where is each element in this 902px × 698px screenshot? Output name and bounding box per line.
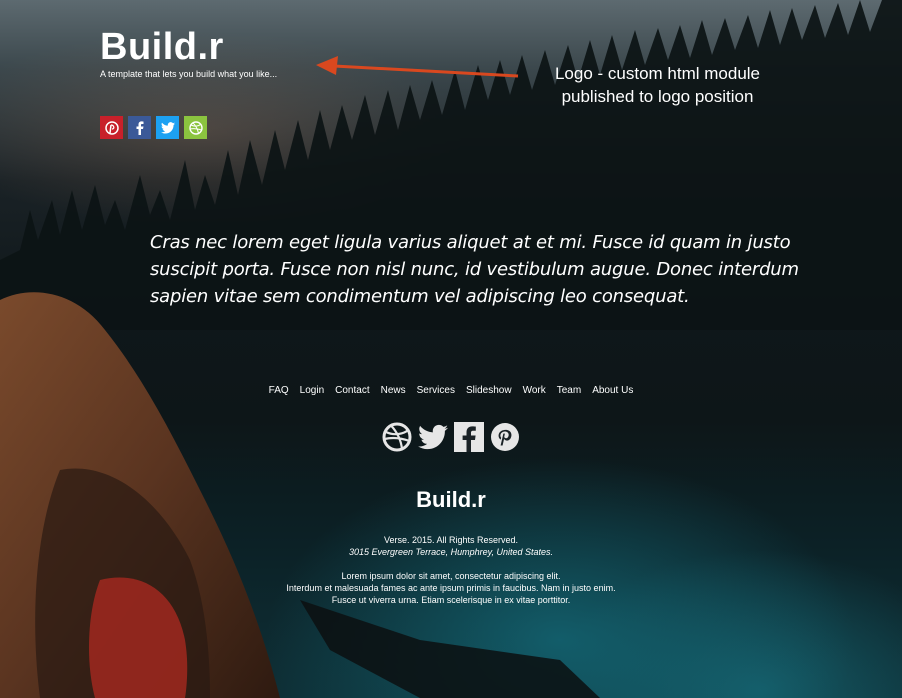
hero-quote: Cras nec lorem eget ligula varius alique…	[150, 232, 799, 307]
annotation-line-1: Logo - custom html module	[554, 64, 761, 83]
annotation-arrow	[316, 56, 519, 78]
footer-nav-services[interactable]: Services	[417, 385, 455, 396]
logo-tagline: A template that lets you build what you …	[100, 69, 278, 79]
footer-nav-about-us[interactable]: About Us	[592, 385, 633, 396]
dribbble-icon[interactable]	[184, 116, 207, 139]
address-text: 3015 Evergreen Terrace, Humphrey, United…	[348, 547, 554, 557]
dribbble-icon[interactable]	[382, 422, 412, 452]
footer-nav-faq[interactable]: FAQ	[269, 385, 289, 396]
facebook-icon[interactable]	[128, 116, 151, 139]
annotation-line-2: published to logo position	[561, 87, 754, 106]
footer-nav-news[interactable]: News	[381, 385, 406, 396]
footer-lorem-line: Fusce ut viverra urna. Etiam scelerisque…	[331, 595, 571, 605]
footer-lorem: Lorem ipsum dolor sit amet, consectetur …	[0, 570, 902, 606]
footer-nav-slideshow[interactable]: Slideshow	[466, 385, 512, 396]
footer-lorem-line: Interdum et malesuada fames ac ante ipsu…	[286, 583, 616, 593]
twitter-icon[interactable]	[156, 116, 179, 139]
footer-title: Build.r	[416, 487, 486, 512]
footer-nav: FAQ Login Contact News Services Slidesho…	[0, 385, 902, 396]
footer-nav-contact[interactable]: Contact	[335, 385, 369, 396]
footer-nav-team[interactable]: Team	[557, 385, 581, 396]
pinterest-icon[interactable]	[490, 422, 520, 452]
logo-module: Build.r A template that lets you build w…	[100, 26, 277, 79]
copyright-text: Verse. 2015. All Rights Reserved.	[383, 535, 519, 545]
footer-nav-work[interactable]: Work	[523, 385, 546, 396]
logo-title[interactable]: Build.r	[100, 26, 277, 68]
social-icons-top	[100, 116, 207, 139]
facebook-icon[interactable]	[454, 422, 484, 452]
footer-copyright: Verse. 2015. All Rights Reserved. 3015 E…	[0, 534, 902, 558]
pinterest-icon[interactable]	[100, 116, 123, 139]
annotation-text: Logo - custom html module published to l…	[520, 62, 795, 108]
footer-social-icons	[0, 422, 902, 452]
footer-lorem-line: Lorem ipsum dolor sit amet, consectetur …	[341, 571, 561, 581]
twitter-icon[interactable]	[418, 422, 448, 452]
footer-nav-login[interactable]: Login	[300, 385, 324, 396]
